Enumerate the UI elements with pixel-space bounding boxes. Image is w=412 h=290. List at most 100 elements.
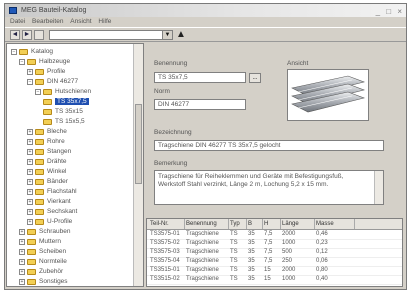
table-cell: 1000 (282, 240, 296, 246)
table-cell: 35 (248, 276, 255, 282)
column-header[interactable]: Teil-Nr. (149, 219, 185, 229)
tree-item[interactable]: + U-Profile (27, 217, 72, 227)
tree-item[interactable]: + Bänder (27, 177, 68, 187)
tree-scroll-thumb[interactable] (135, 104, 142, 184)
collapse-icon[interactable]: − (27, 79, 33, 85)
expand-icon[interactable]: + (27, 129, 33, 135)
menu-edit[interactable]: Bearbeiten (32, 18, 63, 25)
expand-icon[interactable]: + (19, 259, 25, 265)
table-cell: 0,46 (316, 231, 328, 237)
expand-icon[interactable]: + (27, 219, 33, 225)
chevron-down-icon[interactable]: ▼ (162, 31, 172, 39)
table-cell: 35 (248, 231, 255, 237)
tree-item-label: Bleche (47, 128, 67, 135)
tree-item[interactable]: − Halbzeuge (19, 57, 70, 67)
table-cell: 15 (264, 267, 271, 273)
folder-icon (35, 129, 44, 135)
tree-item[interactable]: + Flachstahl (27, 187, 77, 197)
path-combobox[interactable]: ▼ (49, 30, 173, 40)
detail-panel: Benennung TS 35x7,5 ... Norm DIN 46277 A… (146, 43, 403, 215)
table-cell: TS3515-02 (150, 276, 180, 282)
column-header[interactable]: Benennung (185, 219, 229, 229)
name-field[interactable]: TS 35x7,5 (154, 72, 246, 83)
collapse-icon[interactable]: − (11, 49, 17, 55)
expand-icon[interactable]: + (19, 279, 25, 285)
collapse-icon[interactable]: − (19, 59, 25, 65)
menu-file[interactable]: Datei (10, 18, 25, 25)
expand-icon[interactable]: + (27, 159, 33, 165)
tree-item[interactable]: + Sechskant (27, 207, 77, 217)
table-cell: 0,40 (316, 276, 328, 282)
table-cell: Tragschiene (186, 249, 219, 255)
expand-icon[interactable]: + (27, 179, 33, 185)
tree-item-label: TS 35x7,5 (55, 98, 89, 105)
tree-item[interactable]: + Winkel (27, 167, 67, 177)
expand-icon[interactable]: + (27, 139, 33, 145)
tree-item[interactable]: − Katalog (11, 47, 53, 57)
norm-field[interactable]: DIN 46277 (154, 99, 246, 110)
expand-icon[interactable]: + (27, 69, 33, 75)
tree-item-label: Sonstiges (39, 278, 68, 285)
up-level-icon[interactable]: ▲ (176, 29, 186, 40)
tree-item[interactable]: TS 35x15 (43, 107, 83, 117)
folder-icon (35, 69, 44, 75)
expand-icon[interactable]: + (19, 249, 25, 255)
expand-icon[interactable]: + (27, 189, 33, 195)
table-cell: 0,23 (316, 240, 328, 246)
tree-item[interactable]: + Drähte (27, 157, 67, 167)
tree-item[interactable]: + Vierkant (27, 197, 71, 207)
folder-icon (43, 89, 52, 95)
tree-item[interactable]: + Schrauben (19, 227, 70, 237)
tree-item[interactable]: + Normteile (19, 257, 67, 267)
menu-help[interactable]: Hilfe (98, 18, 111, 25)
folder-icon (35, 159, 44, 165)
remark-textarea[interactable]: Tragschiene für Reiheklemmen und Geräte … (154, 170, 384, 205)
folder-icon (35, 209, 44, 215)
menu-view[interactable]: Ansicht (70, 18, 91, 25)
parts-table[interactable]: Teil-Nr. Benennung Typ B H Länge Masse TS3575-… (146, 218, 403, 287)
catalog-tree[interactable]: − Katalog − Halbzeuge + Profile − DIN 46277− Hut… (6, 43, 144, 287)
table-row[interactable]: TS3515-02 Tragschiene TS 35 15 1000 0,40 (147, 275, 402, 285)
tree-item[interactable]: + Profile (27, 67, 65, 77)
remark-scrollbar[interactable] (374, 171, 383, 204)
tree-item[interactable]: + Sonstiges (19, 277, 68, 286)
tree-item[interactable]: + Stangen (27, 147, 71, 157)
title-bar[interactable]: MEG Bauteil-Katalog _ □ × (5, 4, 406, 17)
forward-arrow-icon[interactable]: ► (22, 30, 32, 40)
table-cell: 1000 (282, 276, 296, 282)
expand-icon[interactable]: + (27, 209, 33, 215)
tree-item[interactable]: − DIN 46277 (27, 77, 78, 87)
tree-item[interactable]: + Muttern (19, 237, 61, 247)
folder-icon (35, 219, 44, 225)
desc-field[interactable]: Tragschiene DIN 46277 TS 35x7,5 gelocht (154, 140, 384, 151)
expand-icon[interactable]: + (27, 149, 33, 155)
column-header[interactable]: H (263, 219, 281, 229)
tree-item[interactable]: + Zubehör (19, 267, 63, 277)
expand-icon[interactable]: + (19, 239, 25, 245)
tree-item-label: Rohre (47, 138, 65, 145)
tree-scrollbar[interactable] (133, 44, 143, 286)
column-header[interactable]: Typ (229, 219, 247, 229)
folder-icon (43, 119, 52, 125)
table-cell: 7,5 (264, 240, 273, 246)
browse-button[interactable]: ... (249, 73, 261, 83)
tree-item[interactable]: TS 35x7,5 (43, 97, 89, 107)
folder-icon (35, 149, 44, 155)
column-header[interactable]: Masse (315, 219, 355, 229)
collapse-icon[interactable]: − (35, 89, 41, 95)
expand-icon[interactable]: + (19, 229, 25, 235)
back-arrow-icon[interactable]: ◄ (10, 30, 20, 40)
expand-icon[interactable]: + (27, 199, 33, 205)
expand-icon[interactable]: + (19, 269, 25, 275)
tree-item[interactable]: + Scheiben (19, 247, 66, 257)
tree-item[interactable]: TS 15x5,5 (43, 117, 85, 127)
folder-open-icon[interactable] (34, 30, 44, 40)
tree-item[interactable]: + Rohre (27, 137, 65, 147)
tree-item[interactable]: − Hutschienen (35, 87, 91, 97)
column-header[interactable]: Länge (281, 219, 315, 229)
table-cell: Tragschiene (186, 240, 219, 246)
tree-item[interactable]: + Bleche (27, 127, 67, 137)
column-header[interactable]: B (247, 219, 263, 229)
expand-icon[interactable]: + (27, 169, 33, 175)
tree-item-label: Schrauben (39, 228, 71, 235)
